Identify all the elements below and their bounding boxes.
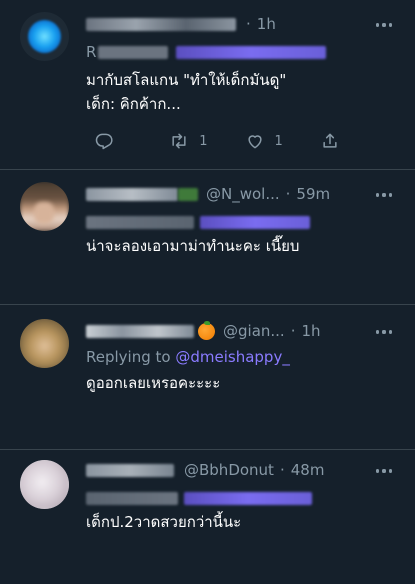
like-icon [247, 135, 262, 149]
reply-context [86, 210, 415, 234]
like-button[interactable]: 1 [245, 131, 320, 151]
display-name-redacted [86, 187, 178, 201]
reply-context [86, 486, 415, 510]
tweet-text-line-1: น่าจะลองเอามาม่าทำนะคะ เนี๊ยบ [86, 237, 300, 255]
more-icon [376, 193, 380, 197]
tweet-actions: 1 1 [94, 130, 395, 152]
tweet-text-line-1: มากับสโลแกน "ทำให้เด็กมันดู" [86, 71, 287, 89]
tweet-time[interactable]: 59m [296, 185, 330, 203]
tweet-text-line-2: เด็ก: คิกค้าก... [86, 95, 181, 113]
share-button[interactable] [320, 131, 395, 151]
tweet-text-line-1: ดูออกเลยเหรอคะะะะ [86, 374, 221, 392]
tweet-header: @BbhDonut · 48m [86, 458, 415, 482]
tweet-2[interactable]: @N_wol... · 59m น่าจะลองเอามาม่าทำนะคะ เ… [0, 170, 415, 305]
avatar[interactable] [20, 460, 69, 509]
more-icon [376, 330, 380, 334]
orange-emoji-icon [198, 320, 215, 340]
tweet-header: · 1h [86, 12, 415, 36]
more-options-button[interactable] [373, 184, 395, 206]
retweet-button[interactable]: 1 [169, 131, 244, 151]
retweet-icon [172, 133, 186, 149]
reply-button[interactable] [94, 131, 169, 151]
reply-context: R [86, 40, 415, 64]
user-handle[interactable]: @BbhDonut [184, 461, 274, 479]
avatar[interactable] [20, 12, 69, 61]
tweet-1[interactable]: · 1h R มากับสโลแกน "ทำให้เด็กมันดู" เด็ก… [0, 0, 415, 170]
display-name-redacted [86, 17, 236, 31]
tweet-3[interactable]: @gian... · 1h Replying to @dmeishappy_ ด… [0, 305, 415, 450]
tweet-time[interactable]: 1h [301, 322, 320, 340]
more-options-button[interactable] [373, 460, 395, 482]
tweet-text-line-1: เด็กป.2วาดสวยกว่านี้นะ [86, 513, 242, 531]
display-name-redacted [86, 463, 174, 477]
more-icon [376, 469, 380, 473]
tweet-4[interactable]: @BbhDonut · 48m เด็กป.2วาดสวยกว่านี้นะ [0, 450, 415, 584]
tweet-time[interactable]: 48m [291, 461, 325, 479]
more-options-button[interactable] [373, 321, 395, 343]
share-icon [323, 133, 337, 148]
reply-to-link[interactable]: @dmeishappy_ [175, 348, 289, 366]
reply-icon [95, 133, 113, 150]
user-handle[interactable]: @N_wol... [206, 185, 280, 203]
retweet-count: 1 [199, 133, 208, 149]
display-name-redacted [86, 324, 194, 338]
more-options-button[interactable] [373, 14, 395, 36]
avatar[interactable] [20, 319, 69, 368]
tweet-header: @gian... · 1h [86, 319, 415, 343]
tweet-time[interactable]: 1h [257, 15, 276, 33]
user-handle[interactable]: @gian... [223, 322, 285, 340]
tweet-header: @N_wol... · 59m [86, 182, 415, 206]
more-icon [376, 23, 380, 27]
reply-context: Replying to @dmeishappy_ [86, 348, 290, 366]
avatar[interactable] [20, 182, 69, 231]
like-count: 1 [274, 133, 283, 149]
